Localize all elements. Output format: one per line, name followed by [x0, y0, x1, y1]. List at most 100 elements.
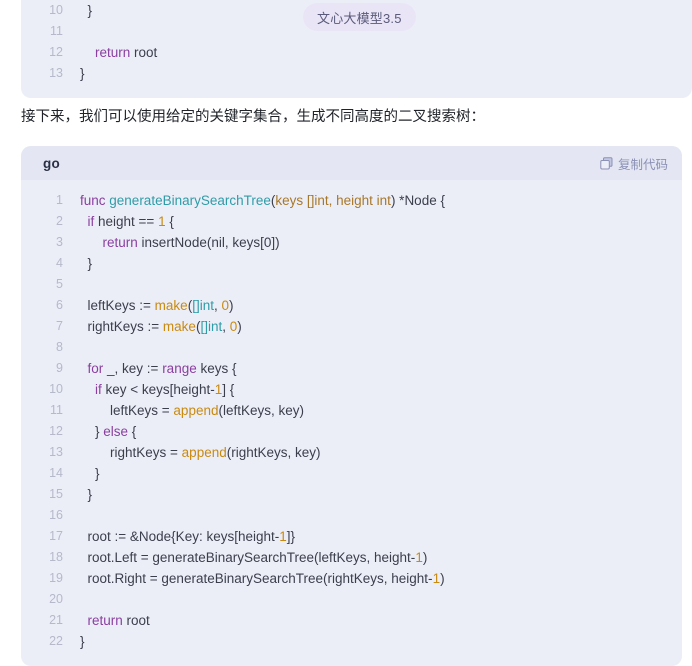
copy-icon	[600, 156, 613, 170]
code-line: 9 for _, key := range keys {	[21, 358, 682, 379]
code-token: )	[228, 298, 234, 313]
code-token: leftKeys =	[80, 403, 174, 418]
code-token: ] {	[222, 382, 235, 397]
code-token: }	[80, 66, 85, 81]
code-token: }	[80, 487, 93, 502]
code-token: 1	[158, 214, 166, 229]
code-token: }	[80, 256, 93, 271]
code-line-text: root.Right = generateBinarySearchTree(ri…	[63, 568, 445, 589]
code-token: root.Left = generateBinarySearchTree(lef…	[80, 550, 416, 565]
code-token: )	[440, 571, 445, 586]
code-line-text: return insertNode(nil, keys[0])	[63, 232, 280, 253]
code-line: 6 leftKeys := make([]int, 0)	[21, 295, 682, 316]
code-line-text: root := &Node{Key: keys[height-1]}	[63, 526, 296, 547]
code-token: )	[237, 319, 242, 334]
code-token: 1	[432, 571, 441, 586]
code-line-number: 12	[49, 45, 63, 59]
code-line-number: 6	[56, 298, 63, 312]
code-token: keys {	[196, 361, 237, 376]
code-line-text: return root	[63, 42, 157, 63]
code-token: leftKeys :=	[80, 298, 155, 313]
code-token: root := &Node{Key: keys[height-	[80, 529, 280, 544]
code-token: make	[162, 319, 196, 334]
code-token: root.Right = generateBinarySearchTree(ri…	[80, 571, 433, 586]
code-line: 20	[21, 589, 682, 610]
copy-code-button[interactable]: 复制代码	[600, 154, 668, 173]
code-token: rightKeys =	[80, 445, 182, 460]
code-line: 21 return root	[21, 610, 682, 631]
code-line-number: 13	[49, 445, 63, 459]
code-token: for	[87, 361, 104, 376]
code-line-text: leftKeys := make([]int, 0)	[63, 295, 234, 316]
code-token: 1	[279, 529, 287, 544]
code-line-text: }	[63, 463, 100, 484]
code-line-text: }	[63, 253, 93, 274]
code-line-number: 11	[50, 403, 63, 417]
code-line: 13 rightKeys = append(rightKeys, key)	[21, 442, 682, 463]
code-line-text: for _, key := range keys {	[63, 358, 237, 379]
code-line: 16	[21, 505, 682, 526]
code-token: rightKeys :=	[80, 319, 163, 334]
code-token: ,	[222, 319, 230, 334]
code-line-number: 18	[49, 550, 63, 564]
code-token: insertNode(nil, keys[0])	[137, 235, 280, 250]
code-token: }	[80, 466, 100, 481]
code-line-text: func generateBinarySearchTree(keys []int…	[63, 190, 445, 211]
code-line-text: leftKeys = append(leftKeys, key)	[63, 400, 304, 421]
code-line-number: 5	[56, 277, 63, 291]
code-line-number: 15	[49, 487, 63, 501]
code-line: 22}	[21, 631, 682, 652]
code-token: 1	[415, 550, 423, 565]
code-line: 3 return insertNode(nil, keys[0])	[21, 232, 682, 253]
code-line-number: 1	[56, 193, 63, 207]
code-line-text: root.Left = generateBinarySearchTree(lef…	[63, 547, 428, 568]
code-token: )	[422, 550, 428, 565]
code-token: root	[122, 613, 150, 628]
code-token: (rightKeys, key)	[226, 445, 321, 460]
code-line-number: 9	[56, 361, 63, 375]
code-token: make	[154, 298, 188, 313]
code-block-header: go 复制代码	[21, 146, 682, 180]
code-line-number: 16	[49, 508, 63, 522]
code-line: 7 rightKeys := make([]int, 0)	[21, 316, 682, 337]
code-token: height ==	[94, 214, 159, 229]
code-token: append	[181, 445, 227, 460]
code-token: return	[87, 613, 123, 628]
code-line: 4 }	[21, 253, 682, 274]
code-block-body[interactable]: 1 func generateBinarySearchTree(keys []in…	[21, 180, 682, 666]
code-line-number: 14	[49, 466, 63, 480]
code-token: }	[80, 3, 93, 18]
code-token: 0	[221, 298, 229, 313]
code-line-text: return root	[63, 610, 150, 631]
copy-code-label: 复制代码	[617, 157, 668, 172]
code-token: key < keys[height-	[101, 382, 215, 397]
code-line-text: }	[63, 631, 85, 652]
code-token: _, key :=	[103, 361, 163, 376]
code-token: (leftKeys, key)	[218, 403, 305, 418]
code-line: 8	[21, 337, 682, 358]
code-line: 13}	[21, 63, 692, 84]
code-line-number: 8	[56, 340, 63, 354]
code-line: 11 leftKeys = append(leftKeys, key)	[21, 400, 682, 421]
code-token: append	[173, 403, 219, 418]
code-line: 18 root.Left = generateBinarySearchTree(…	[21, 547, 682, 568]
code-line-text: rightKeys = append(rightKeys, key)	[63, 442, 321, 463]
code-line-number: 3	[56, 235, 63, 249]
code-line-number: 20	[49, 592, 63, 606]
code-token: keys []int, height int	[275, 193, 391, 208]
code-block: go 复制代码 1 func generateBinarySearchTree(k…	[21, 146, 682, 666]
code-token: {	[165, 214, 174, 229]
code-token: generateBinarySearchTree	[109, 193, 271, 208]
model-badge-label: 文心大模型3.5	[317, 10, 402, 26]
code-line-number: 10	[49, 382, 63, 396]
